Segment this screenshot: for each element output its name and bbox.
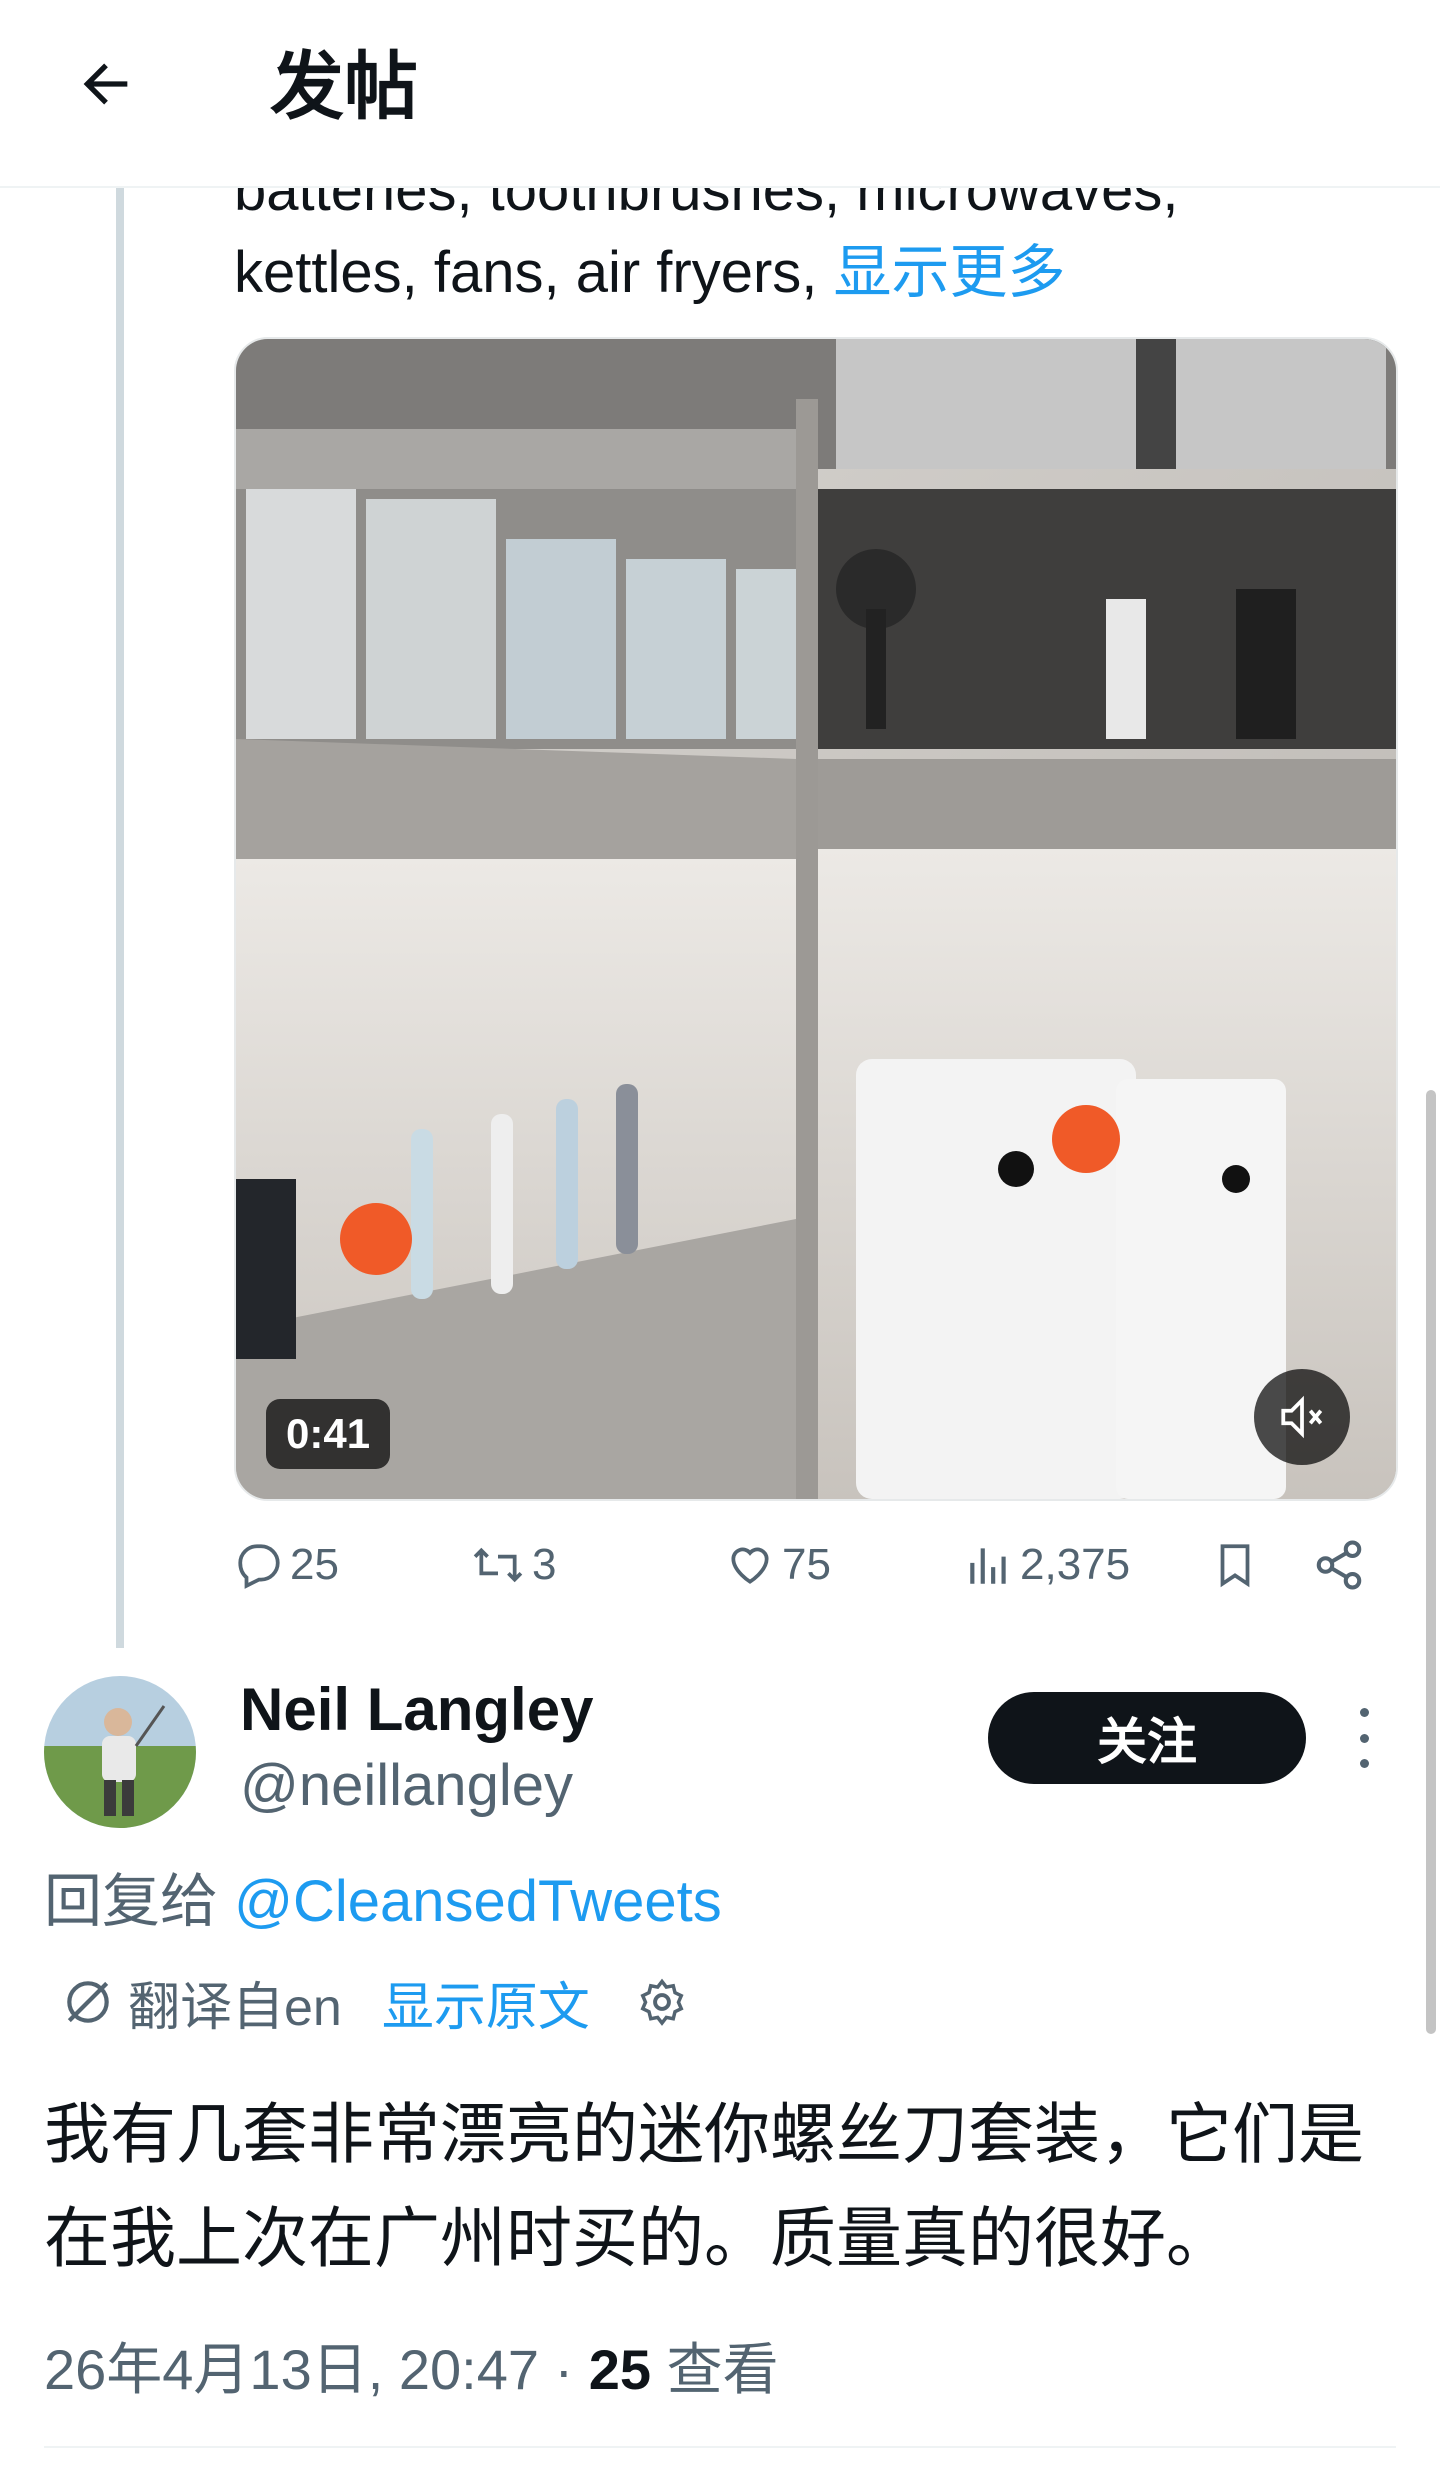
like-button[interactable]: 75 (724, 1530, 831, 1600)
volume-muted-icon (1281, 1395, 1323, 1439)
reply-to-prefix: 回复给 (44, 1869, 235, 1934)
more-dot (1359, 1759, 1369, 1768)
author-name[interactable]: Neil Langley (240, 1672, 593, 1748)
video-frame-image (236, 339, 1396, 1499)
post-view-label: 查看 (651, 2338, 779, 2401)
retweet-icon (473, 1547, 523, 1583)
show-original-link[interactable]: 显示原文 (382, 1965, 590, 2040)
translate-icon (67, 1981, 109, 2023)
reply-count: 25 (290, 1540, 339, 1589)
show-more-link[interactable]: 显示更多 (834, 240, 1066, 305)
more-options-button[interactable] (1344, 1708, 1384, 1768)
post-timestamp[interactable]: 26年4月13日, 20:47 · (44, 2338, 589, 2401)
views-count: 2,375 (1020, 1540, 1131, 1589)
translated-from-label: 翻译自en (128, 1978, 342, 2037)
share-icon (1316, 1540, 1362, 1590)
author-handle[interactable]: @neillangley (240, 1748, 573, 1824)
like-count: 75 (782, 1540, 831, 1589)
back-button[interactable] (66, 44, 146, 124)
views-button[interactable]: 2,375 (964, 1530, 1130, 1600)
avatar-photo (44, 1676, 196, 1828)
share-button[interactable] (1312, 1530, 1372, 1600)
video-duration-badge: 0:41 (266, 1399, 391, 1469)
mute-button[interactable] (1254, 1369, 1350, 1465)
bookmark-icon (1220, 1544, 1250, 1588)
post-view-count: 25 (588, 2338, 652, 2401)
reply-button[interactable]: 25 (234, 1530, 339, 1600)
parent-tweet-text-line: kettles, fans, air fryers, (234, 240, 818, 305)
divider (44, 2446, 1396, 2448)
page-title: 发帖 (270, 45, 418, 128)
back-arrow-icon (83, 63, 128, 105)
gear-icon (640, 1978, 684, 2026)
top-bar: 发帖 (0, 0, 1440, 188)
translation-bar: 翻译自en 显示原文 (60, 1962, 688, 2042)
follow-button[interactable]: 关注 (988, 1692, 1306, 1784)
reply-to-mention[interactable]: @CleansedTweets (234, 1869, 722, 1934)
heart-icon (731, 1547, 769, 1584)
reply-body-text: 我有几套非常漂亮的迷你螺丝刀套装，它们是在我上次在广州时买的。质量真的很好。 (44, 2097, 1364, 2275)
retweet-button[interactable]: 3 (470, 1530, 556, 1600)
retweet-count: 3 (532, 1540, 557, 1589)
more-dot (1359, 1733, 1369, 1743)
avatar[interactable] (44, 1676, 196, 1828)
reply-to-line: 回复给 @CleansedTweets (44, 1862, 722, 1942)
tweet-video[interactable]: 0:41 (234, 337, 1398, 1501)
thread-connector-line (116, 186, 124, 1648)
scrollbar[interactable] (1426, 1090, 1436, 2034)
translation-settings-button[interactable] (636, 1976, 688, 2028)
reply-icon (238, 1544, 280, 1589)
views-bar-chart-icon (970, 1548, 1006, 1584)
more-dot (1359, 1708, 1369, 1717)
tweet-actions: 25 3 75 2,375 (234, 1530, 1394, 1600)
bookmark-button[interactable] (1210, 1530, 1266, 1600)
post-meta: 26年4月13日, 20:47 · 25 查看 (44, 2330, 779, 2410)
